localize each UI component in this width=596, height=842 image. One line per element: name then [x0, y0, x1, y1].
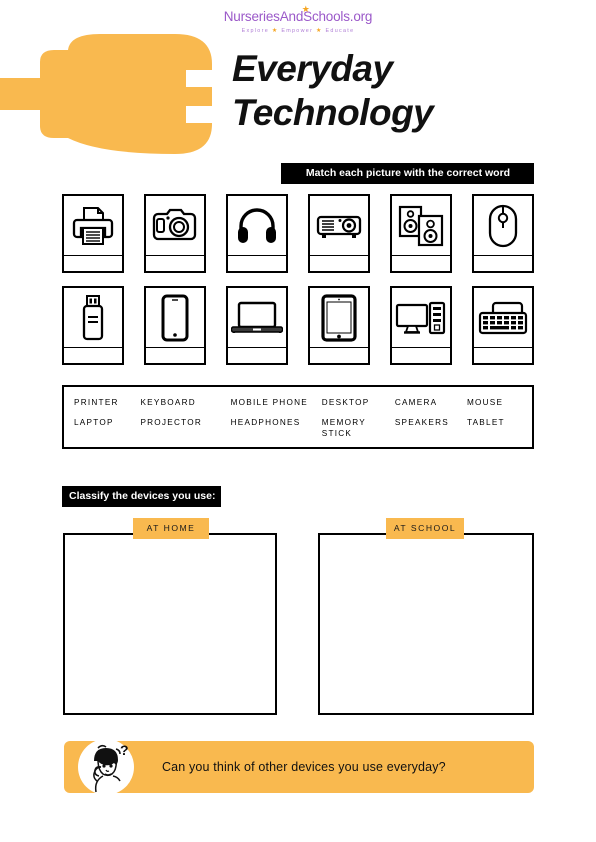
camera-icon — [145, 196, 205, 256]
card-mobile-phone[interactable] — [143, 286, 207, 365]
sort-tab-at-home: AT HOME — [133, 518, 209, 539]
tablet-icon — [309, 288, 369, 348]
card-answer-line[interactable] — [392, 348, 450, 363]
footer-prompt-text: Can you think of other devices you use e… — [162, 760, 446, 774]
word-tablet[interactable]: TABLET — [467, 417, 522, 439]
printer-icon — [64, 196, 123, 256]
mobile-phone-icon — [145, 288, 205, 348]
card-answer-line[interactable] — [146, 256, 204, 271]
svg-text:?: ? — [120, 743, 129, 758]
card-answer-line[interactable] — [64, 348, 122, 363]
card-row-2 — [62, 286, 535, 365]
card-projector[interactable] — [307, 194, 371, 273]
card-answer-line[interactable] — [392, 256, 450, 271]
card-answer-line[interactable] — [474, 256, 532, 271]
tagline-empower: Empower — [281, 28, 314, 34]
speakers-icon — [391, 196, 451, 256]
card-desktop[interactable] — [389, 286, 453, 365]
title-line-1: Everyday — [232, 48, 393, 89]
card-printer[interactable] — [62, 194, 125, 273]
card-tablet[interactable] — [307, 286, 371, 365]
footer-prompt-banner: ? Can you think of other devices you use… — [64, 739, 534, 795]
logo-wordmark: NurseriesAndSchools.org ★ — [223, 5, 373, 25]
card-answer-line[interactable] — [474, 348, 532, 363]
card-keyboard[interactable] — [471, 286, 535, 365]
laptop-icon — [227, 288, 287, 348]
site-logo: NurseriesAndSchools.org ★ Explore ★ Empo… — [0, 5, 596, 35]
card-mouse[interactable] — [471, 194, 535, 273]
card-answer-line[interactable] — [228, 348, 286, 363]
plug-decoration — [0, 32, 240, 156]
page-title: Everyday Technology — [232, 47, 562, 135]
memory-stick-icon — [64, 288, 123, 348]
tagline-explore: Explore — [241, 28, 269, 34]
word-projector[interactable]: PROJECTOR — [140, 417, 230, 439]
tagline-educate: Educate — [325, 28, 355, 34]
mouse-icon — [473, 196, 533, 256]
headphones-icon — [227, 196, 287, 256]
thinking-person-icon: ? — [84, 742, 136, 798]
card-laptop[interactable] — [225, 286, 289, 365]
sort-box-at-school[interactable] — [318, 533, 534, 715]
word-desktop[interactable]: DESKTOP — [322, 397, 395, 408]
worksheet-page: NurseriesAndSchools.org ★ Explore ★ Empo… — [0, 0, 596, 842]
word-laptop[interactable]: LAPTOP — [74, 417, 140, 439]
word-bank: PRINTER KEYBOARD MOBILE PHONE DESKTOP CA… — [62, 385, 534, 449]
word-bank-row-2: LAPTOP PROJECTOR HEADPHONES MEMORY STICK… — [74, 417, 522, 439]
word-memory-stick[interactable]: MEMORY STICK — [322, 417, 395, 439]
classify-instruction-banner: Classify the devices you use: — [62, 486, 222, 507]
card-speakers[interactable] — [389, 194, 453, 273]
picture-card-grid — [62, 194, 535, 365]
desktop-icon — [391, 288, 451, 348]
sort-box-at-home[interactable] — [63, 533, 277, 715]
word-speakers[interactable]: SPEAKERS — [395, 417, 467, 439]
card-headphones[interactable] — [225, 194, 289, 273]
tagline-star-icon-2: ★ — [316, 28, 323, 34]
word-headphones[interactable]: HEADPHONES — [231, 417, 322, 439]
projector-icon — [309, 196, 369, 256]
word-mouse[interactable]: MOUSE — [467, 397, 522, 408]
logo-star-icon: ★ — [301, 4, 310, 14]
word-camera[interactable]: CAMERA — [395, 397, 467, 408]
card-answer-line[interactable] — [310, 256, 368, 271]
word-keyboard[interactable]: KEYBOARD — [140, 397, 230, 408]
card-answer-line[interactable] — [64, 256, 122, 271]
card-memory-stick[interactable] — [62, 286, 125, 365]
card-answer-line[interactable] — [146, 348, 204, 363]
title-line-2: Technology — [232, 92, 434, 133]
card-camera[interactable] — [143, 194, 207, 273]
tagline-star-icon-1: ★ — [271, 28, 279, 34]
card-answer-line[interactable] — [228, 256, 286, 271]
logo-text: NurseriesAndSchools.org — [223, 9, 373, 24]
word-mobile-phone[interactable]: MOBILE PHONE — [231, 397, 322, 408]
keyboard-icon — [473, 288, 533, 348]
match-instruction-banner: Match each picture with the correct word — [281, 163, 534, 184]
card-row-1 — [62, 194, 535, 273]
word-printer[interactable]: PRINTER — [74, 397, 140, 408]
card-answer-line[interactable] — [310, 348, 368, 363]
sort-tab-at-school: AT SCHOOL — [386, 518, 464, 539]
word-bank-row-1: PRINTER KEYBOARD MOBILE PHONE DESKTOP CA… — [74, 397, 522, 408]
